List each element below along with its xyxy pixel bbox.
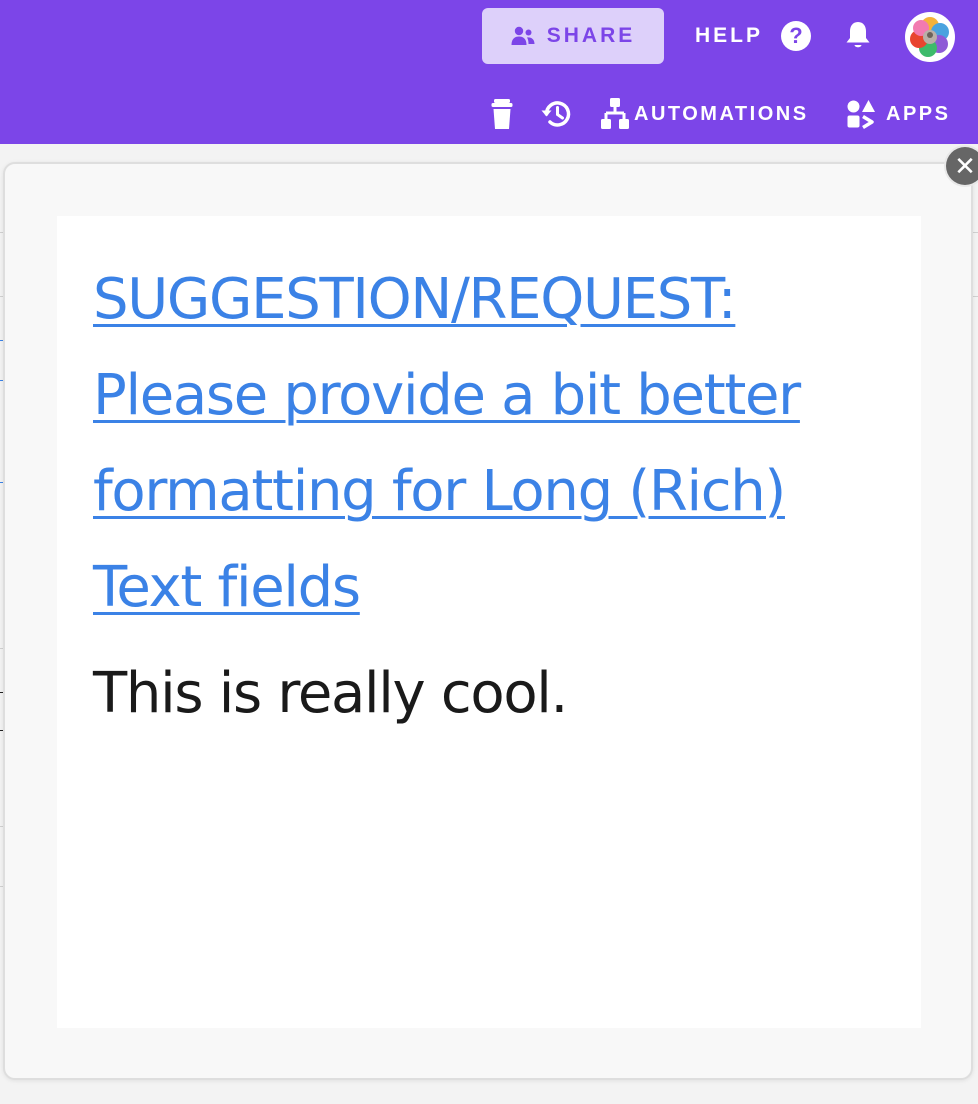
- bell-icon[interactable]: [844, 20, 872, 50]
- rich-text-content: SUGGESTION/REQUEST: Please provide a bit…: [57, 216, 921, 1028]
- expanded-cell-modal: SUGGESTION/REQUEST: Please provide a bit…: [3, 162, 973, 1080]
- automations-button[interactable]: AUTOMATIONS: [600, 97, 809, 131]
- automations-label: AUTOMATIONS: [634, 102, 809, 125]
- help-button[interactable]: HELP ?: [695, 20, 812, 52]
- help-label: HELP: [695, 24, 764, 47]
- trash-icon[interactable]: [490, 97, 514, 131]
- user-avatar[interactable]: [905, 12, 955, 62]
- people-icon: [511, 26, 535, 45]
- close-icon[interactable]: ✕: [946, 147, 978, 185]
- top-bar: SHARE HELP ? AUTOMATIONS APPS: [0, 0, 978, 144]
- share-button[interactable]: SHARE: [482, 8, 664, 64]
- multicolor-avatar-icon: [906, 13, 954, 61]
- share-label: SHARE: [546, 24, 636, 47]
- apps-label: APPS: [886, 102, 951, 125]
- history-icon[interactable]: [540, 97, 574, 131]
- body-text: This is really cool.: [93, 661, 568, 726]
- apps-icon: [847, 100, 875, 129]
- automations-icon: [601, 98, 629, 129]
- suggestion-link[interactable]: SUGGESTION/REQUEST: Please provide a bit…: [93, 252, 883, 636]
- question-circle-icon: ?: [781, 21, 812, 51]
- apps-button[interactable]: APPS: [846, 97, 950, 131]
